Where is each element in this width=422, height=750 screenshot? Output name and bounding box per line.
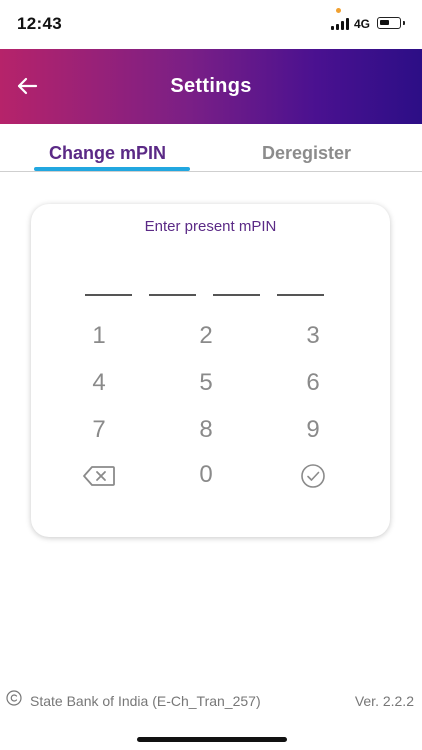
- key-9[interactable]: 9: [283, 413, 343, 447]
- app-version: Ver. 2.2.2: [354, 693, 414, 709]
- pin-slot-2: [149, 294, 196, 296]
- key-5[interactable]: 5: [176, 366, 236, 400]
- key-4[interactable]: 4: [69, 366, 129, 400]
- home-indicator: [137, 737, 287, 742]
- pin-slot-3: [213, 294, 260, 296]
- key-3[interactable]: 3: [283, 319, 343, 353]
- pin-slot-1: [85, 294, 132, 296]
- key-8[interactable]: 8: [176, 413, 236, 447]
- mpin-prompt: Enter present mPIN: [144, 218, 277, 235]
- status-bar: 12:43 4G: [0, 0, 422, 48]
- tab-deregister[interactable]: Deregister: [262, 143, 351, 164]
- tab-bar: Change mPIN Deregister: [0, 124, 422, 172]
- network-type: 4G: [354, 17, 371, 31]
- active-tab-indicator: [34, 167, 190, 171]
- page-title: Settings: [170, 75, 252, 97]
- submit-button[interactable]: [283, 458, 343, 492]
- key-7[interactable]: 7: [69, 413, 129, 447]
- app-header: Settings: [0, 49, 422, 124]
- key-2[interactable]: 2: [176, 319, 236, 353]
- signal-icon: [331, 18, 349, 30]
- mpin-card: Enter present mPIN 1 2 3 4 5 6 7 8 9 0: [31, 204, 390, 537]
- tab-change-mpin[interactable]: Change mPIN: [49, 143, 166, 164]
- settings-screen: 12:43 4G Settings Change mPIN Deregister…: [0, 0, 422, 750]
- privacy-indicator-dot: [336, 8, 341, 13]
- key-1[interactable]: 1: [69, 319, 129, 353]
- key-0[interactable]: 0: [176, 458, 236, 492]
- copyright-icon: [6, 690, 22, 706]
- check-circle-icon: [300, 461, 326, 488]
- battery-icon: [377, 17, 405, 29]
- key-6[interactable]: 6: [283, 366, 343, 400]
- status-time: 12:43: [17, 14, 62, 33]
- pin-slot-4: [277, 294, 324, 296]
- footer-copyright-text: State Bank of India (E-Ch_Tran_257): [30, 693, 261, 709]
- backspace-icon: [82, 461, 116, 488]
- backspace-button[interactable]: [69, 458, 129, 492]
